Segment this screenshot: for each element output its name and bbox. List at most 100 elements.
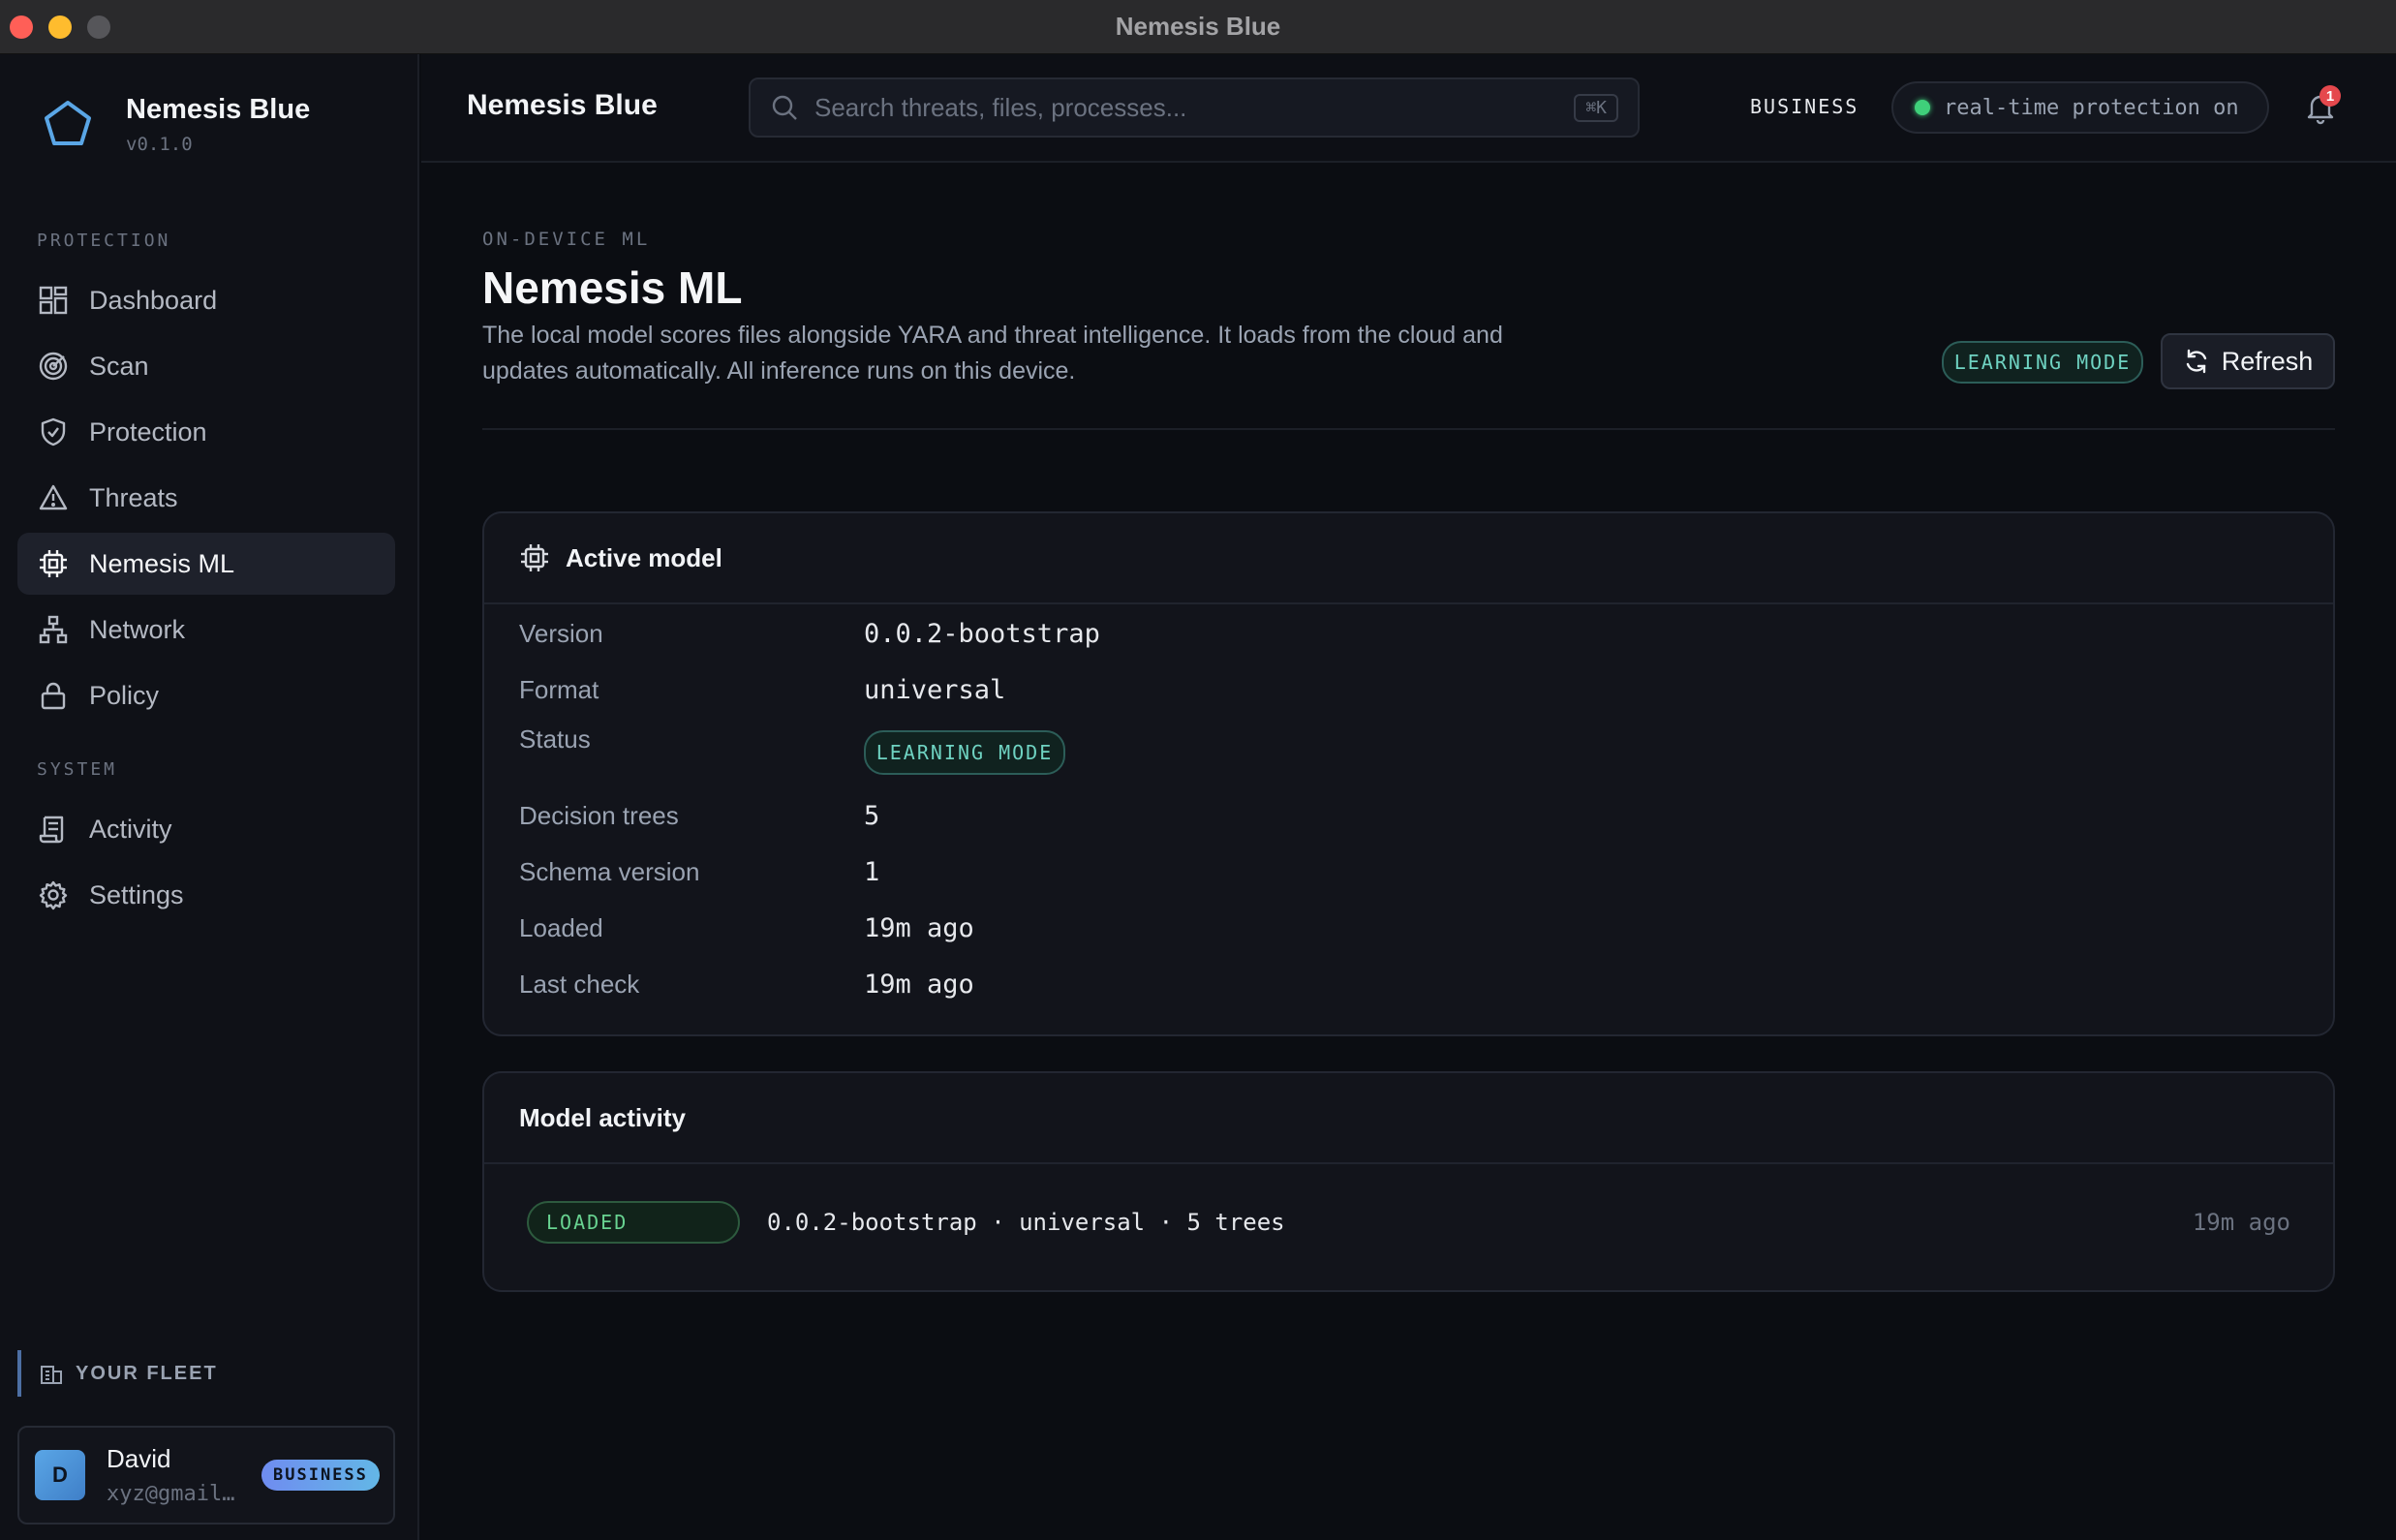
last-check-row: Last check 19m ago [519,965,974,1003]
sidebar-item-activity[interactable]: Activity [17,798,395,860]
user-email: xyz@gmail… [107,1482,235,1506]
dashboard-grid-icon [37,284,70,317]
field-label: Schema version [519,856,700,886]
window-controls [10,15,110,39]
sidebar-item-network[interactable]: Network [17,599,395,661]
warning-triangle-icon [37,481,70,514]
event-description: 0.0.2-bootstrap · universal · 5 trees [767,1209,1285,1236]
brand: Nemesis Blue v0.1.0 [37,93,310,155]
header-title: Nemesis Blue [467,89,658,121]
sidebar-item-settings[interactable]: Settings [17,864,395,926]
search-icon [772,95,797,120]
top-header: Nemesis Blue ⌘K BUSINESS real-time prote… [421,54,2396,163]
pentagon-logo-icon [37,93,99,155]
your-fleet-link[interactable]: YOUR FLEET [17,1350,385,1397]
sidebar-item-protection[interactable]: Protection [17,401,395,463]
field-label: Status [519,724,591,754]
header-divider [482,428,2335,430]
refresh-label: Refresh [2221,346,2314,376]
decision-trees-row: Decision trees 5 [519,796,879,835]
network-tree-icon [37,613,70,646]
field-value: 0.0.2-bootstrap [864,618,1100,649]
card-header: Active model [484,513,2333,604]
page-eyebrow: ON-DEVICE ML [482,229,651,250]
field-label: Loaded [519,912,603,942]
learning-mode-badge: LEARNING MODE [1942,341,2143,384]
building-icon [41,1366,62,1384]
gear-icon [37,878,70,911]
sidebar-item-policy[interactable]: Policy [17,664,395,726]
schema-version-row: Schema version 1 [519,852,879,891]
sidebar-item-label: Threats [89,482,178,512]
page-description: The local model scores files alongside Y… [482,322,1503,385]
search-shortcut-hint: ⌘K [1574,93,1618,122]
model-format-row: Format universal [519,670,1005,709]
shield-check-icon [37,416,70,448]
user-account-card[interactable]: D David xyz@gmail… BUSINESS [17,1426,395,1525]
status-dot-icon [1915,100,1930,115]
sidebar-item-scan[interactable]: Scan [17,335,395,397]
field-label: Version [519,618,603,648]
model-version-row: Version 0.0.2-bootstrap [519,614,1100,653]
field-value: universal [864,674,1006,705]
window-title: Nemesis Blue [1115,12,1281,41]
field-label: Format [519,674,599,704]
card-header: Model activity [484,1073,2333,1164]
sidebar-item-label: Nemesis ML [89,548,235,578]
event-time: 19m ago [2192,1209,2290,1236]
notification-count-badge: 1 [2319,85,2341,107]
event-badge: LOADED [527,1201,740,1244]
active-model-card: Active model Version 0.0.2-bootstrap For… [482,511,2335,1036]
section-label-system: SYSTEM [37,759,118,780]
app-name: Nemesis Blue [126,93,311,125]
field-label: Decision trees [519,800,679,830]
avatar: D [35,1450,85,1500]
refresh-button[interactable]: Refresh [2161,333,2335,389]
model-activity-card: Model activity LOADED 0.0.2-bootstrap · … [482,1071,2335,1292]
sidebar-item-label: Policy [89,680,160,710]
main-content: ON-DEVICE ML Nemesis ML The local model … [421,163,2396,1540]
zoom-window-button[interactable] [87,15,110,39]
minimize-window-button[interactable] [48,15,72,39]
cpu-chip-icon [37,547,70,580]
card-title: Model activity [519,1102,686,1132]
status-badge: LEARNING MODE [864,730,1065,775]
cpu-chip-icon [521,544,548,571]
model-status-row: Status LEARNING MODE [519,724,1065,775]
search-input[interactable] [814,92,1575,123]
sidebar-item-label: Protection [89,416,207,447]
plan-label: BUSINESS [1750,95,1859,118]
sidebar-item-threats[interactable]: Threats [17,467,395,529]
card-title: Active model [566,542,722,572]
sidebar-item-label: Network [89,614,186,644]
fleet-label: YOUR FLEET [76,1362,218,1384]
sidebar-item-label: Activity [89,814,172,844]
protection-status-pill[interactable]: real-time protection on [1891,81,2269,134]
lock-icon [37,679,70,712]
page-title: Nemesis ML [482,262,743,313]
scroll-log-icon [37,813,70,846]
plan-badge: BUSINESS [261,1460,380,1491]
sidebar-item-nemesis-ml[interactable]: Nemesis ML [17,533,395,595]
field-label: Last check [519,969,640,999]
scan-radar-icon [37,350,70,383]
refresh-icon [2186,349,2206,374]
sidebar-item-label: Dashboard [89,285,218,315]
sidebar-item-dashboard[interactable]: Dashboard [17,269,395,331]
field-value: 19m ago [864,912,974,943]
field-value: 5 [864,800,880,831]
user-name: David [107,1444,171,1473]
loaded-row: Loaded 19m ago [519,909,974,947]
window-titlebar: Nemesis Blue [0,0,2396,54]
close-window-button[interactable] [10,15,33,39]
app-version: v0.1.0 [126,133,193,155]
sidebar: Nemesis Blue v0.1.0 PROTECTION Dashboard… [0,54,419,1540]
search-bar[interactable]: ⌘K [749,77,1640,138]
field-value: 1 [864,856,880,887]
protection-status-text: real-time protection on [1944,95,2239,120]
sidebar-item-label: Settings [89,879,184,909]
field-value: 19m ago [864,969,974,1000]
list-item: LOADED 0.0.2-bootstrap · universal · 5 t… [484,1164,2333,1280]
section-label-protection: PROTECTION [37,231,171,251]
sidebar-item-label: Scan [89,351,149,381]
